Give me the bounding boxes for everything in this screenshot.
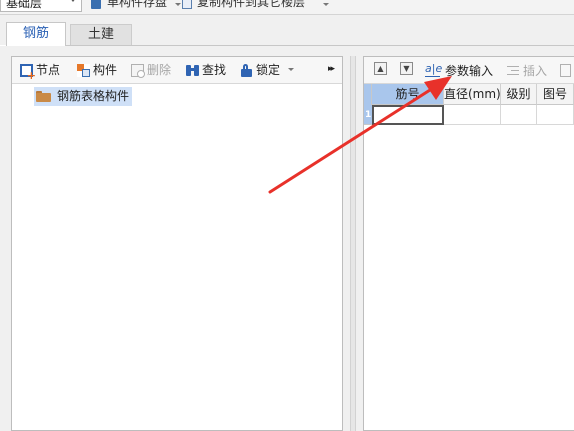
delete-button[interactable]: 删除 (131, 62, 171, 78)
insert-row-icon (507, 64, 519, 76)
floor-select-value: 基础层 (6, 0, 43, 10)
copy-icon (182, 0, 192, 9)
grid-corner[interactable] (364, 84, 372, 105)
tab-rebar[interactable]: 钢筋 (6, 22, 66, 46)
add-component-icon (77, 63, 90, 77)
find-label: 查找 (202, 63, 227, 77)
find-button[interactable]: 查找 (186, 62, 226, 78)
more-tools-icon[interactable]: ▸▸ (328, 63, 335, 75)
chevron-down-icon (70, 0, 76, 2)
folder-icon (36, 91, 51, 102)
param-input-button[interactable]: a|e 参数输入 (425, 62, 493, 78)
copy-icon (560, 63, 571, 77)
tree-item-rebar-table-component[interactable]: 钢筋表格构件 (34, 87, 133, 106)
add-node-label: 节点 (36, 63, 61, 77)
arrow-down-icon: ▼ (403, 64, 410, 73)
move-up-button[interactable]: ▲ (374, 62, 387, 75)
lock-icon (240, 63, 253, 77)
chevron-down-icon[interactable] (288, 68, 294, 71)
column-header-grade[interactable]: 级别 (501, 84, 537, 105)
copy-to-floors-button[interactable]: 复制构件到其它楼层 (197, 0, 305, 9)
save-icon (91, 0, 101, 9)
column-header-bar-number[interactable]: 筋号 (372, 84, 444, 105)
chevron-down-icon[interactable] (175, 3, 181, 6)
grid-cell-active[interactable] (372, 105, 444, 125)
binoculars-icon (186, 64, 199, 77)
add-node-icon (20, 63, 36, 81)
add-component-button[interactable]: 构件 (77, 62, 117, 78)
insert-label: 插入 (523, 63, 548, 78)
add-component-label: 构件 (93, 63, 118, 77)
floor-select[interactable]: 基础层 (0, 0, 82, 12)
save-component-button[interactable]: 单构件存盘 (107, 0, 167, 9)
arrow-up-icon: ▲ (377, 64, 384, 73)
delete-label: 删除 (147, 63, 172, 77)
lock-button[interactable]: 锁定 (240, 62, 280, 78)
chevron-down-icon[interactable] (323, 3, 329, 6)
grid-cell[interactable] (444, 105, 501, 125)
component-tree-panel (11, 56, 343, 431)
grid-cell[interactable] (537, 105, 574, 125)
param-input-label: 参数输入 (445, 63, 494, 78)
tab-civil[interactable]: 土建 (70, 24, 132, 45)
column-header-diameter[interactable]: 直径(mm) (444, 84, 501, 105)
lock-label: 锁定 (256, 63, 281, 77)
tree-item-label: 钢筋表格构件 (57, 89, 130, 103)
move-down-button[interactable]: ▼ (400, 62, 413, 75)
insert-button[interactable]: 插入 (507, 62, 547, 78)
row-header[interactable]: 1 (364, 105, 372, 125)
tab-divider (66, 45, 574, 46)
param-input-icon: a|e (425, 62, 443, 77)
grid-cell[interactable] (501, 105, 537, 125)
panel-splitter[interactable] (350, 56, 356, 431)
main-toolbar: 基础层 单构件存盘 复制构件到其它楼层 (0, 0, 574, 15)
copy-row-button[interactable] (560, 62, 571, 78)
add-node-button[interactable]: 节点 (20, 62, 61, 81)
column-header-figure-number[interactable]: 图号 (537, 84, 574, 105)
delete-icon (131, 63, 145, 78)
